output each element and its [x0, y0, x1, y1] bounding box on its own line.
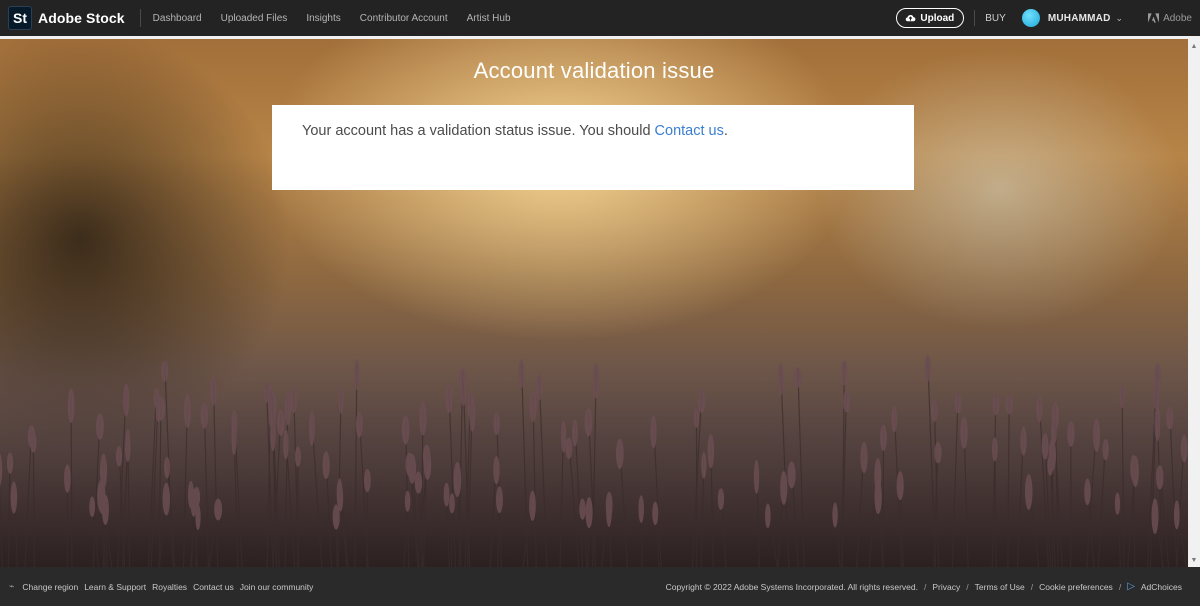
upload-button[interactable]: Upload	[896, 8, 965, 28]
message-text: Your account has a validation status iss…	[302, 123, 655, 139]
footer-right-links: Copyright © 2022 Adobe Systems Incorpora…	[666, 581, 1182, 592]
nav-insights[interactable]: Insights	[306, 13, 340, 24]
top-navigation-bar: St Adobe Stock Dashboard Uploaded Files …	[0, 0, 1200, 36]
nav-uploaded-files[interactable]: Uploaded Files	[221, 13, 288, 24]
copyright-text: Copyright © 2022 Adobe Systems Incorpora…	[665, 581, 919, 592]
hero-background: Account validation issue Your account ha…	[0, 39, 1188, 567]
avatar[interactable]	[1021, 9, 1040, 27]
footer-join-community[interactable]: Join our community	[240, 582, 314, 592]
lavender-field-illustration	[0, 347, 1188, 567]
user-name[interactable]: MUHAMMAD	[1048, 13, 1111, 24]
message-panel: Your account has a validation status iss…	[272, 105, 914, 190]
divider	[974, 10, 976, 26]
footer-adchoices[interactable]: AdChoices	[1141, 582, 1182, 592]
divider	[139, 9, 141, 27]
globe-icon: ⌁	[9, 581, 15, 591]
nav-artist-hub[interactable]: Artist Hub	[467, 13, 511, 24]
footer-change-region[interactable]: Change region	[22, 582, 78, 592]
chevron-down-icon[interactable]: ⌄	[1116, 13, 1124, 24]
footer-left-links: ⌁ Change region Learn & Support Royaltie…	[9, 581, 313, 592]
buy-link[interactable]: BUY	[985, 13, 1006, 24]
adobe-link[interactable]: Adobe	[1148, 13, 1192, 24]
page-title: Account validation issue	[473, 58, 715, 83]
scroll-up-arrow-icon[interactable]: ▲	[1188, 39, 1200, 53]
footer-privacy[interactable]: Privacy	[932, 582, 960, 592]
footer-terms[interactable]: Terms of Use	[975, 582, 1025, 592]
footer-royalties[interactable]: Royalties	[152, 582, 187, 592]
adobe-label: Adobe	[1163, 12, 1192, 24]
header-right: Upload BUY MUHAMMAD ⌄ Adobe	[896, 0, 1200, 36]
brand-name: Adobe Stock	[38, 10, 125, 26]
separator: /	[966, 581, 969, 592]
adobe-stock-logo[interactable]: St Adobe Stock	[8, 6, 125, 30]
nav-dashboard[interactable]: Dashboard	[153, 13, 202, 24]
separator: /	[1030, 581, 1034, 592]
nav-contributor-account[interactable]: Contributor Account	[360, 13, 448, 24]
footer-learn-support[interactable]: Learn & Support	[84, 582, 146, 592]
message-period: .	[723, 123, 728, 139]
footer-contact-us[interactable]: Contact us	[193, 582, 234, 592]
validation-message: Your account has a validation status iss…	[302, 123, 728, 139]
separator: /	[924, 581, 927, 592]
separator: /	[1118, 581, 1122, 592]
adchoices-icon[interactable]: ▷	[1127, 581, 1135, 592]
contact-us-link[interactable]: Contact us	[655, 123, 724, 139]
stock-logo-badge: St	[8, 6, 32, 30]
main-nav: Dashboard Uploaded Files Insights Contri…	[153, 13, 530, 24]
cloud-upload-icon	[906, 14, 916, 21]
upload-label: Upload	[920, 12, 955, 24]
scroll-down-arrow-icon[interactable]: ▼	[1188, 553, 1200, 567]
adobe-logo-icon	[1148, 13, 1160, 23]
footer: ⌁ Change region Learn & Support Royaltie…	[0, 567, 1200, 606]
vertical-scrollbar[interactable]: ▲ ▼	[1188, 39, 1200, 567]
footer-cookie-preferences[interactable]: Cookie preferences	[1039, 582, 1113, 592]
